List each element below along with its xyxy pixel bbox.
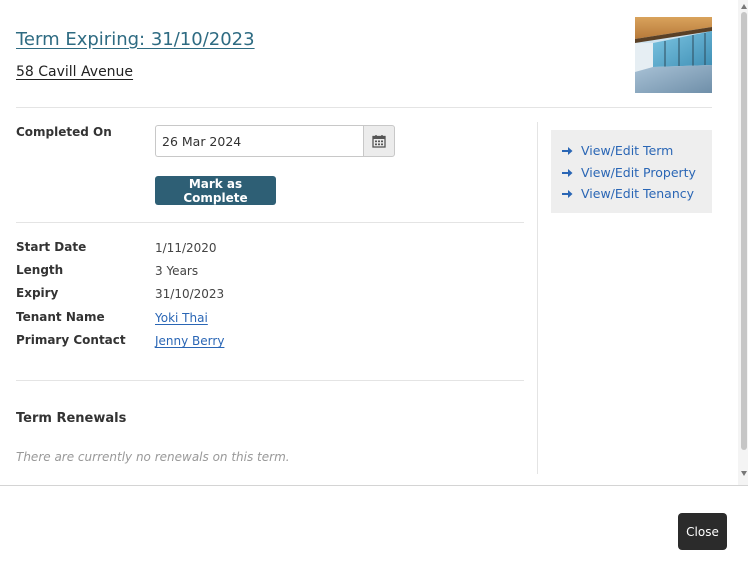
arrow-right-icon — [562, 168, 573, 177]
tenant-name-link[interactable]: Yoki Thai — [155, 311, 208, 325]
completed-on-input[interactable] — [155, 125, 368, 157]
view-edit-property-label: View/Edit Property — [581, 165, 696, 180]
footer-divider — [0, 485, 748, 486]
mark-as-complete-button[interactable]: Mark as Complete — [155, 176, 276, 205]
calendar-icon — [372, 135, 386, 148]
start-date-value: 1/11/2020 — [155, 241, 217, 255]
page-title-link[interactable]: Term Expiring: 31/10/2023 — [16, 29, 255, 50]
expiry-value: 31/10/2023 — [155, 287, 225, 301]
calendar-button[interactable] — [363, 125, 395, 157]
scroll-down-arrow-icon[interactable] — [741, 471, 747, 476]
details-divider — [16, 222, 524, 223]
expiry-label: Expiry — [16, 286, 59, 300]
arrow-right-icon — [562, 146, 573, 155]
start-date-label: Start Date — [16, 240, 87, 254]
view-edit-property-link[interactable]: View/Edit Property — [561, 165, 696, 180]
no-renewals-message: There are currently no renewals on this … — [16, 450, 290, 464]
modal-body: Term Expiring: 31/10/2023 58 Cavill Aven… — [0, 0, 738, 486]
length-value: 3 Years — [155, 264, 199, 278]
header-divider — [16, 107, 712, 108]
close-button[interactable]: Close — [678, 513, 727, 550]
quick-links-panel: View/Edit Term View/Edit Property View/E… — [551, 130, 712, 213]
property-thumbnail — [635, 17, 712, 93]
property-address-link[interactable]: 58 Cavill Avenue — [16, 64, 133, 80]
arrow-right-icon — [562, 189, 573, 198]
view-edit-term-link[interactable]: View/Edit Term — [561, 143, 673, 158]
completed-on-date-picker — [155, 125, 395, 157]
length-label: Length — [16, 263, 64, 277]
scrollbar-thumb[interactable] — [741, 12, 747, 450]
view-edit-tenancy-link[interactable]: View/Edit Tenancy — [561, 186, 694, 201]
primary-contact-label: Primary Contact — [16, 333, 126, 347]
tenant-name-label: Tenant Name — [16, 310, 105, 324]
term-renewals-heading: Term Renewals — [16, 411, 127, 426]
view-edit-term-label: View/Edit Term — [581, 143, 674, 158]
completed-on-label: Completed On — [16, 125, 112, 139]
scroll-up-arrow-icon[interactable] — [741, 4, 747, 9]
column-divider — [537, 122, 538, 474]
view-edit-tenancy-label: View/Edit Tenancy — [581, 186, 695, 201]
renewals-divider — [16, 380, 524, 381]
primary-contact-link[interactable]: Jenny Berry — [155, 334, 224, 348]
